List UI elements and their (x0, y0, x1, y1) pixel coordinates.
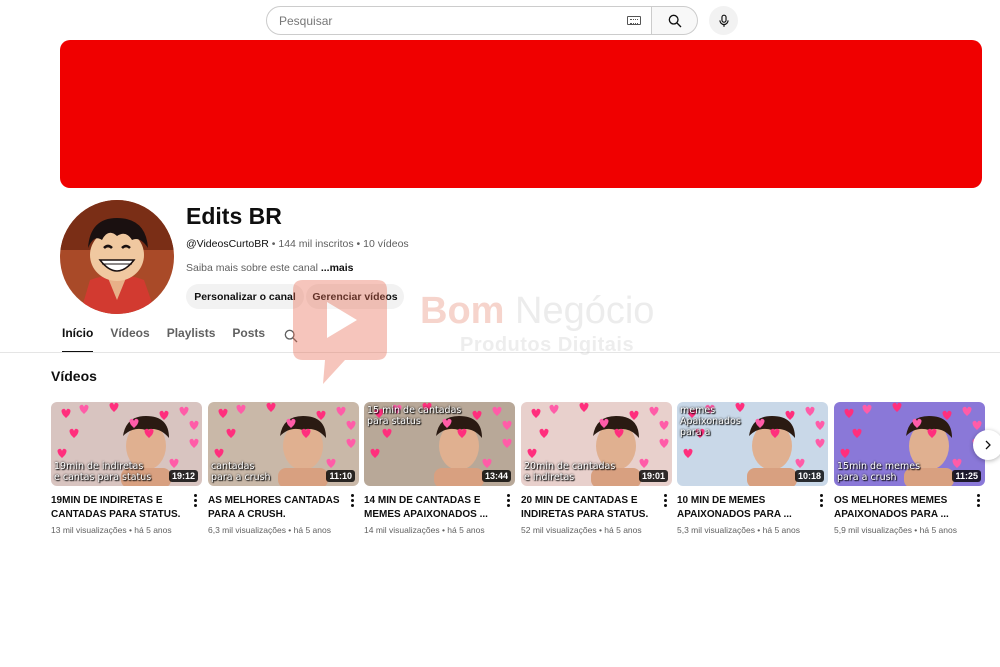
watermark-brand-1: Bom (420, 290, 515, 332)
watermark-brand: Bom Negócio (420, 290, 654, 333)
video-thumbnail[interactable]: cantadas para a crush 11:10 (208, 402, 359, 486)
channel-stats: @VideosCurtoBR • 144 mil inscritos • 10 … (186, 238, 409, 250)
about-more-link[interactable]: ...mais (321, 262, 354, 274)
about-text: Saiba mais sobre este canal (186, 262, 321, 274)
video-title[interactable]: 10 MIN DE MEMES APAIXONADOS PARA ... (677, 494, 817, 522)
video-thumbnail[interactable]: 15min de memes para a crush 11:25 (834, 402, 985, 486)
more-vert-icon[interactable] (351, 494, 355, 508)
search-button[interactable] (652, 6, 698, 35)
avatar-image (60, 200, 174, 314)
section-title[interactable]: Vídeos (51, 368, 97, 384)
search-input[interactable] (279, 13, 627, 28)
video-card[interactable]: 15 min de cantadas para status 13:44 14 … (364, 402, 516, 535)
watermark-brand-2: Negócio (515, 290, 655, 332)
video-thumbnail[interactable]: memes Apaixonados para a 10:18 (677, 402, 828, 486)
video-meta: 5,3 mil visualizações • há 5 anos (677, 525, 800, 535)
channel-avatar[interactable] (60, 200, 174, 314)
video-duration: 11:10 (326, 470, 355, 482)
video-meta: 52 mil visualizações • há 5 anos (521, 525, 642, 535)
video-meta: 5,9 mil visualizações • há 5 anos (834, 525, 957, 535)
video-duration: 19:12 (168, 470, 198, 482)
search-field[interactable] (266, 6, 652, 35)
thumbnail-caption: memes Apaixonados para a (680, 405, 741, 438)
channel-subscribers-videos: • 144 mil inscritos • 10 vídeos (268, 238, 409, 250)
video-title[interactable]: 19MIN DE INDIRETAS E CANTADAS PARA STATU… (51, 494, 191, 522)
more-vert-icon[interactable] (820, 494, 824, 508)
more-vert-icon[interactable] (977, 494, 981, 508)
chevron-right-icon (985, 440, 991, 450)
tab-3[interactable]: Posts (232, 326, 265, 353)
channel-tabs: Início Vídeos Playlists Posts (62, 326, 265, 353)
video-card[interactable]: 15min de memes para a crush 11:25 OS MEL… (834, 402, 986, 535)
search-icon (284, 329, 298, 343)
channel-about[interactable]: Saiba mais sobre este canal ...mais (186, 262, 354, 274)
channel-name: Edits BR (186, 203, 282, 229)
microphone-icon (718, 14, 729, 27)
more-vert-icon[interactable] (664, 494, 668, 508)
video-duration: 11:25 (952, 470, 981, 482)
more-vert-icon[interactable] (194, 494, 198, 508)
keyboard-icon[interactable] (627, 16, 641, 25)
tab-2[interactable]: Playlists (167, 326, 216, 353)
voice-search-button[interactable] (709, 6, 738, 35)
thumbnail-caption: cantadas para a crush (211, 461, 271, 483)
video-card[interactable]: cantadas para a crush 11:10 AS MELHORES … (208, 402, 360, 535)
customize-channel-button[interactable]: Personalizar o canal (186, 284, 304, 309)
channel-search-button[interactable] (283, 328, 299, 344)
thumbnail-caption: 15min de memes para a crush (837, 461, 921, 483)
video-card[interactable]: 19min de indiretas e cantas para status … (51, 402, 203, 535)
shelf-next-button[interactable] (973, 430, 1000, 460)
video-thumbnail[interactable]: 19min de indiretas e cantas para status … (51, 402, 202, 486)
channel-handle: @VideosCurtoBR (186, 238, 269, 250)
thumbnail-caption: 15 min de cantadas para status (367, 405, 462, 427)
search-icon (668, 14, 681, 27)
video-card[interactable]: memes Apaixonados para a 10:18 10 MIN DE… (677, 402, 829, 535)
channel-banner (60, 40, 982, 188)
watermark-subtitle: Produtos Digitais (460, 334, 635, 356)
tabs-divider (0, 352, 1000, 353)
video-meta: 14 mil visualizações • há 5 anos (364, 525, 485, 535)
video-title[interactable]: 14 MIN DE CANTADAS E MEMES APAIXONADOS .… (364, 494, 504, 522)
video-title[interactable]: OS MELHORES MEMES APAIXONADOS PARA ... (834, 494, 974, 522)
more-vert-icon[interactable] (507, 494, 511, 508)
tab-1[interactable]: Vídeos (110, 326, 149, 353)
video-duration: 19:01 (638, 470, 668, 482)
video-duration: 10:18 (794, 470, 824, 482)
video-card[interactable]: 20min de cantadas e indiretas 19:01 20 M… (521, 402, 673, 535)
video-thumbnail[interactable]: 15 min de cantadas para status 13:44 (364, 402, 515, 486)
thumbnail-caption: 19min de indiretas e cantas para status (54, 461, 152, 483)
tab-0[interactable]: Início (62, 326, 94, 353)
manage-videos-button[interactable]: Gerenciar vídeos (306, 284, 404, 309)
video-thumbnail[interactable]: 20min de cantadas e indiretas 19:01 (521, 402, 672, 486)
video-title[interactable]: 20 MIN DE CANTADAS E INDIRETAS PARA STAT… (521, 494, 661, 522)
video-duration: 13:44 (481, 470, 511, 482)
video-meta: 13 mil visualizações • há 5 anos (51, 525, 172, 535)
video-meta: 6,3 mil visualizações • há 5 anos (208, 525, 331, 535)
thumbnail-caption: 20min de cantadas e indiretas (524, 461, 616, 483)
search-bar (266, 6, 698, 35)
video-title[interactable]: AS MELHORES CANTADAS PARA A CRUSH. (208, 494, 348, 522)
